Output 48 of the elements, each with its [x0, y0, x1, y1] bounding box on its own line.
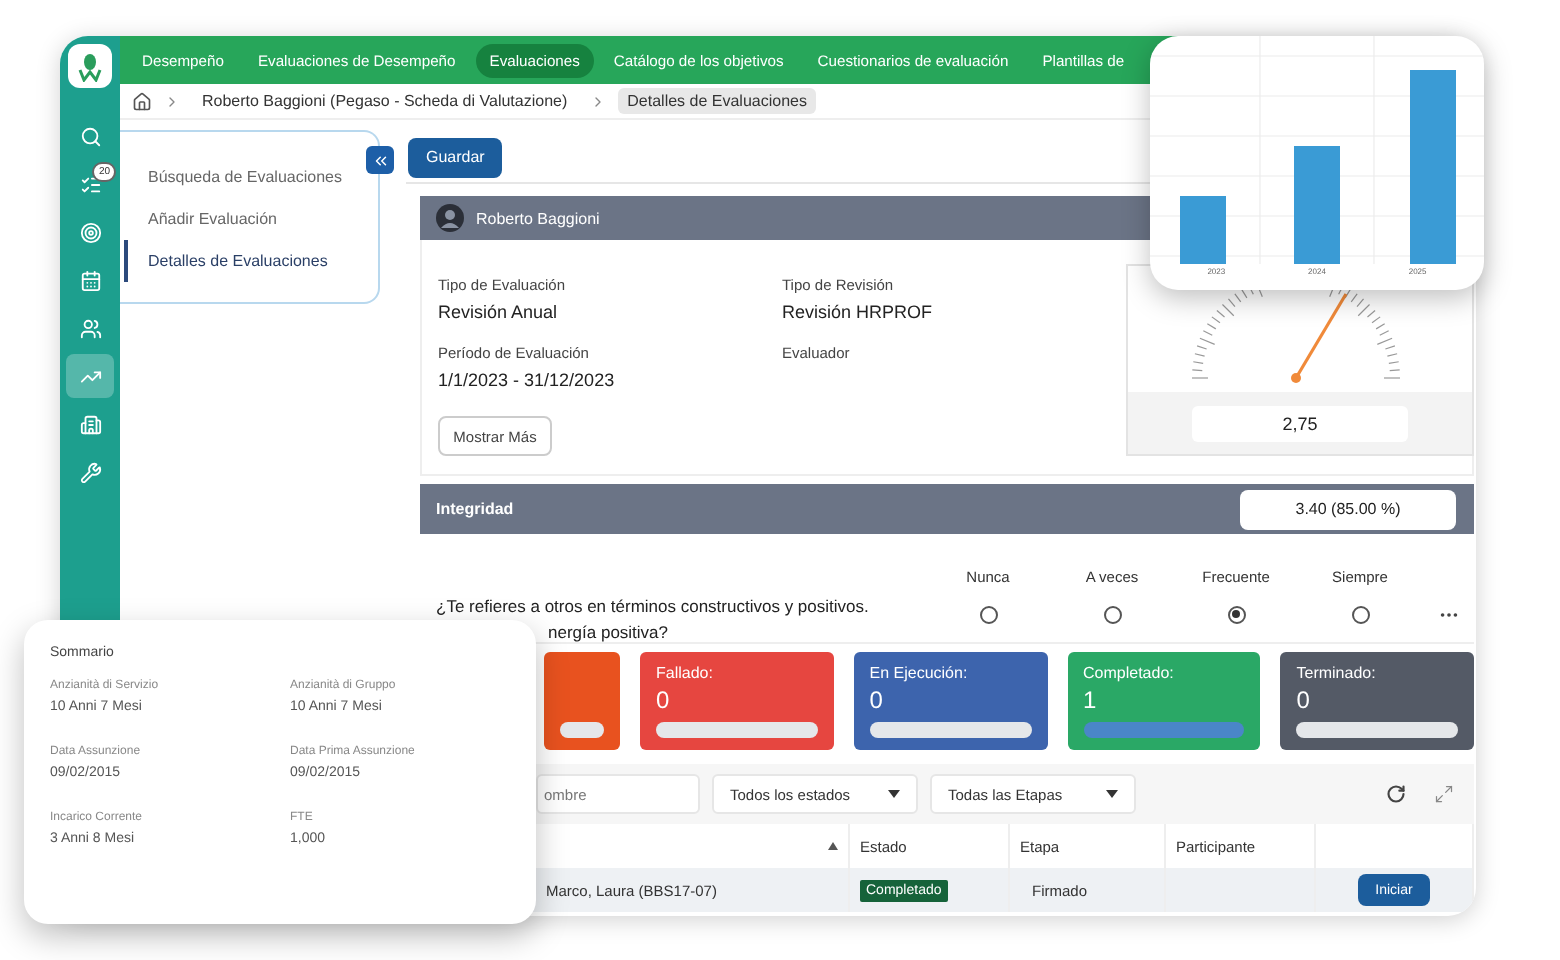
- save-button[interactable]: Guardar: [408, 137, 503, 177]
- gauge-reading: 2,75: [1192, 405, 1408, 441]
- avatar-icon: [436, 204, 464, 232]
- wrench-icon: [79, 461, 101, 483]
- calendar-icon: [79, 269, 101, 291]
- question-text: ¿Te refieres a otros en términos constructivos y positivos.: [436, 596, 871, 616]
- chevron-icon: [164, 93, 180, 109]
- double-chevron-icon: [371, 151, 389, 169]
- refresh-button[interactable]: [1386, 784, 1406, 804]
- caret-icon: [888, 790, 900, 798]
- sidebar-chart-button[interactable]: [66, 354, 114, 398]
- profile-name: Roberto Baggioni: [476, 209, 600, 227]
- radio-button[interactable]: [1351, 605, 1369, 623]
- status-label: Completado:: [1083, 664, 1176, 682]
- section-title: Integridad: [436, 500, 514, 518]
- checklist-icon: [79, 173, 101, 195]
- radio-button[interactable]: [979, 605, 997, 623]
- radio-button[interactable]: [1227, 605, 1245, 623]
- field-value: 1/1/2023 - 31/12/2023: [438, 370, 617, 390]
- people-icon: [79, 317, 101, 339]
- breadcrumb-link[interactable]: Detalles de Evaluaciones: [617, 88, 817, 114]
- sort-icon[interactable]: [828, 842, 838, 850]
- question-text: nergía positiva?: [546, 622, 671, 642]
- collapse-button[interactable]: [366, 146, 394, 174]
- status-label: Terminado:: [1296, 664, 1378, 682]
- expand-button[interactable]: [1434, 784, 1454, 804]
- caret-icon: [1106, 790, 1118, 798]
- search-icon: [79, 125, 101, 147]
- chart-bar: [1180, 196, 1226, 264]
- status-label: En Ejecución:: [869, 664, 970, 682]
- chart-bar: [1294, 146, 1340, 264]
- menu-item[interactable]: Añadir Evaluación: [124, 198, 378, 240]
- building-icon: [79, 413, 101, 435]
- menu-item[interactable]: Detalles de Evaluaciones: [124, 240, 378, 282]
- status-count: 0: [656, 686, 672, 714]
- status-count: 0: [869, 686, 885, 714]
- breadcrumb-link[interactable]: Roberto Baggioni (Pegaso - Scheda di Valutazione): [192, 88, 578, 114]
- status-count: 1: [1083, 686, 1099, 714]
- home-icon[interactable]: [132, 91, 152, 111]
- score-field: 3.40 (85.00 %): [1240, 489, 1456, 529]
- radio-button[interactable]: [1103, 605, 1121, 623]
- field-value: Revisión HRPROF: [782, 302, 935, 322]
- target-icon: [79, 221, 101, 243]
- status-count: 0: [1296, 686, 1312, 714]
- menu-item[interactable]: Búsqueda de Evaluaciones: [124, 156, 378, 198]
- field-value: Revisión Anual: [438, 302, 560, 322]
- logo-icon: [68, 44, 112, 88]
- status-label: Fallado:: [656, 664, 715, 682]
